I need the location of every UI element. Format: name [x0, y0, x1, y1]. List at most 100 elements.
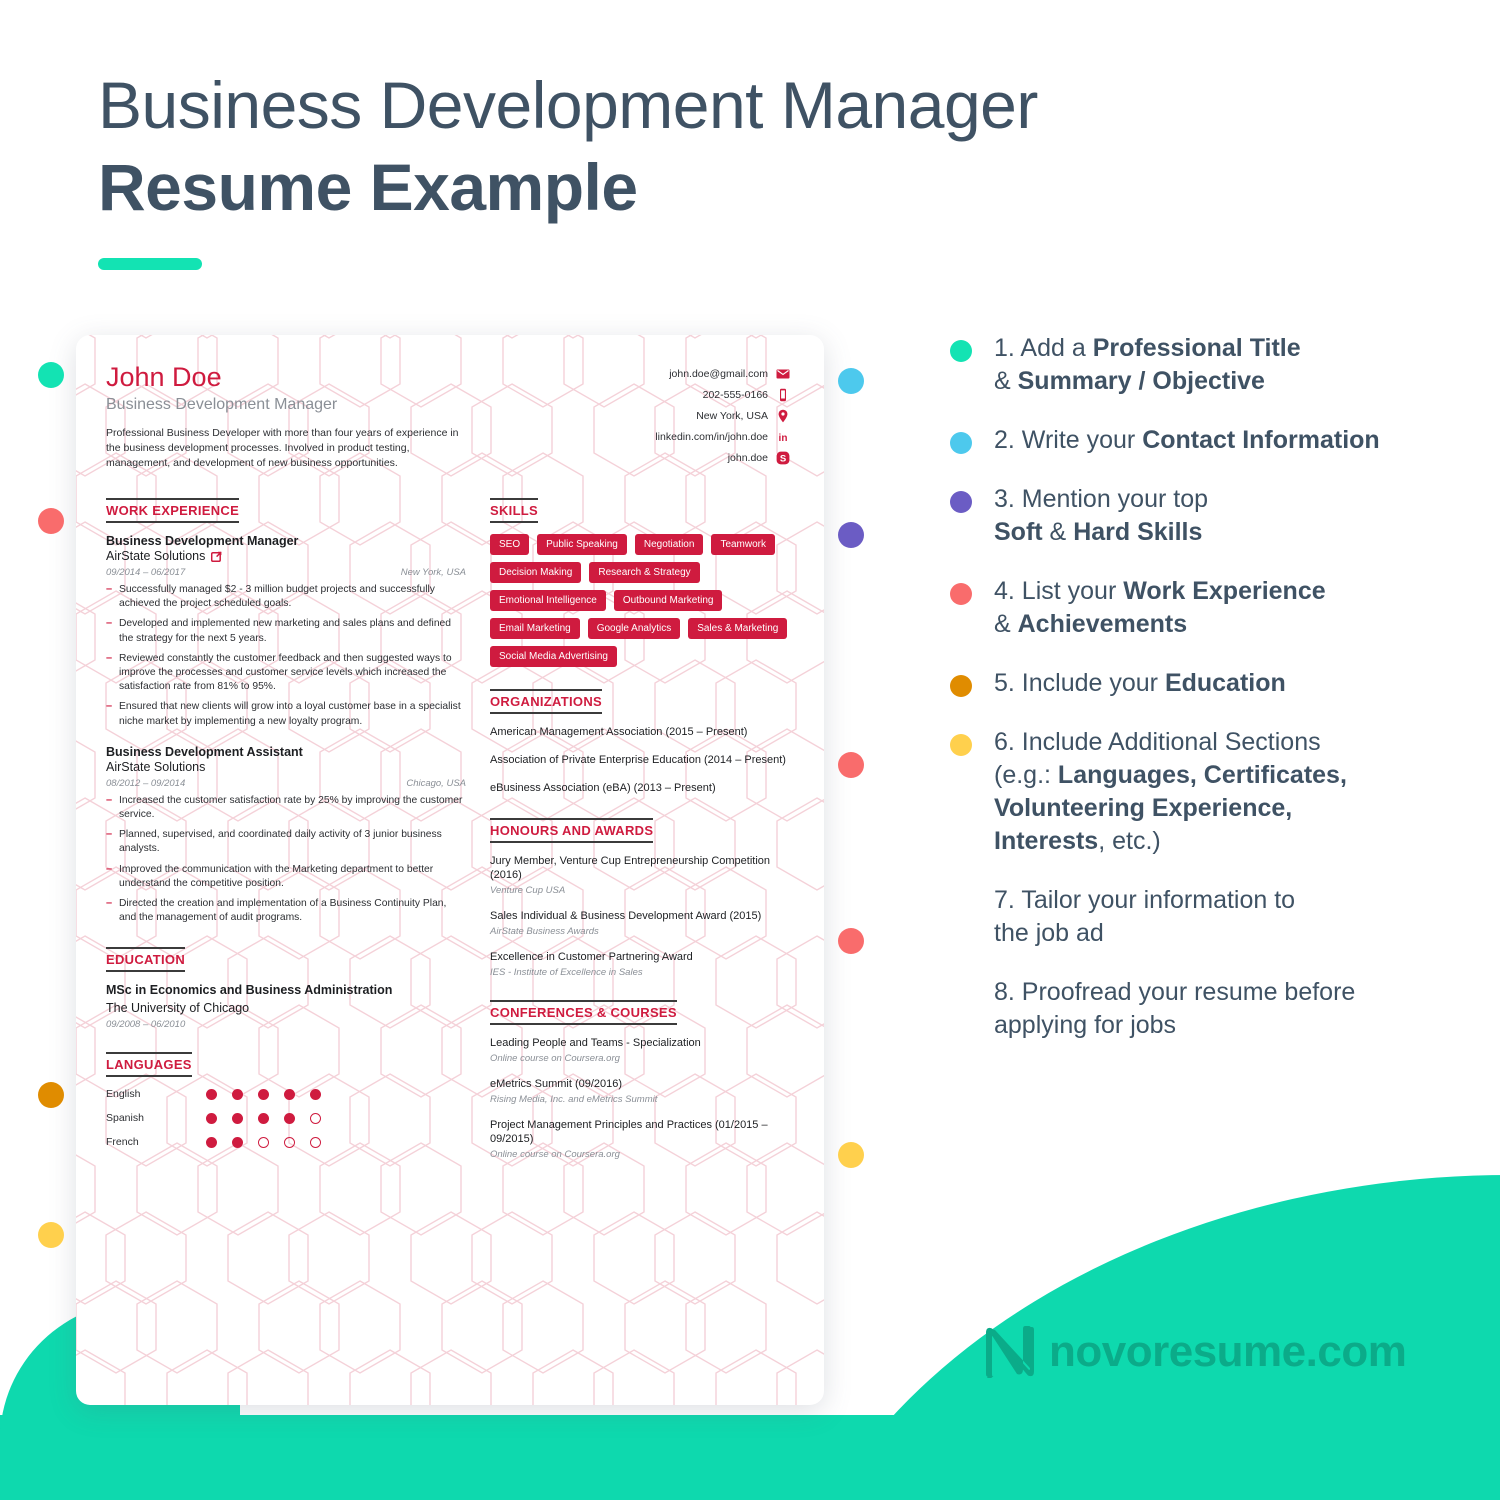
resume-card: John Doe Business Development Manager Pr… — [76, 335, 824, 1405]
skill-tag-list: SEO Public Speaking Negotiation Teamwork Dec… — [490, 534, 790, 667]
work-bullet: Successfully managed $2 - 3 million budg… — [106, 582, 466, 611]
language-row: English — [106, 1088, 466, 1100]
conference-entry: eMetrics Summit (09/2016) Rising Media, I… — [490, 1077, 790, 1105]
resume-tip-item: 7. Tailor your information to the job ad — [950, 884, 1460, 950]
job-company-name: AirState Solutions — [106, 759, 206, 774]
skill-tag: Public Speaking — [537, 534, 627, 555]
language-level-dot — [206, 1136, 217, 1148]
language-level-dot — [206, 1088, 217, 1100]
contact-value: New York, USA — [696, 410, 768, 422]
contact-row[interactable]: New York, USA — [655, 409, 790, 423]
work-bullet: Developed and implemented new marketing … — [106, 616, 466, 645]
novoresume-logo[interactable]: novoresume.com — [985, 1325, 1407, 1379]
skill-tag: Decision Making — [490, 562, 582, 583]
resume-tip-item: 2. Write your Contact Information — [950, 424, 1460, 457]
entry-title: Association of Private Enterprise Educat… — [490, 753, 786, 766]
language-row: Spanish — [106, 1112, 466, 1124]
contact-row[interactable]: john.doe@gmail.com — [655, 367, 790, 381]
entry-title: eMetrics Summit (09/2016) — [490, 1077, 623, 1090]
contact-information: john.doe@gmail.com 202-555-0166 New York, … — [655, 363, 790, 472]
decorative-dot — [838, 1142, 864, 1168]
job-meta: 08/2012 – 09/2014 Chicago, USA — [106, 778, 466, 789]
novoresume-mark-icon — [986, 1326, 1034, 1378]
resume-tip-item: 8. Proofread your resume before applying … — [950, 976, 1460, 1042]
tip-bullet-dot — [950, 583, 972, 605]
tip-bullet-dot — [950, 675, 972, 697]
decorative-dot — [838, 368, 864, 394]
job-location: New York, USA — [400, 567, 466, 578]
job-title: Business Development Assistant — [106, 744, 303, 759]
decorative-dot — [38, 362, 64, 388]
skill-tag: Email Marketing — [490, 618, 580, 639]
entry-subtitle: Online course on Coursera.org — [490, 1052, 620, 1064]
contact-row[interactable]: john.doe S — [655, 451, 790, 465]
job-dates: 09/2014 – 06/2017 — [106, 567, 186, 578]
resume-identity: John Doe Business Development Manager Pr… — [106, 362, 466, 472]
job-dates: 08/2012 – 09/2014 — [106, 777, 186, 789]
section-heading-label: CONFERENCES & COURSES — [490, 1004, 677, 1020]
contact-value: john.doe@gmail.com — [669, 368, 768, 380]
honour-entry: Sales Individual & Business Development … — [490, 909, 790, 937]
external-link-icon[interactable] — [211, 551, 222, 562]
section-heading-label: HONOURS AND AWARDS — [490, 822, 654, 838]
entry-subtitle: AirState Business Awards — [490, 926, 599, 938]
resume-tip-item: 4. List your Work Experience & Achievemen… — [950, 575, 1460, 641]
language-level — [206, 1112, 321, 1124]
skill-tag: Negotiation — [634, 534, 704, 555]
contact-row[interactable]: 202-555-0166 — [655, 388, 790, 402]
decorative-dot — [838, 522, 864, 548]
entry-title: Excellence in Customer Partnering Award — [490, 951, 693, 964]
language-level-dot — [310, 1112, 321, 1124]
tip-text: 7. Tailor your information to the job ad — [994, 886, 1296, 947]
entry-title: Sales Individual & Business Development … — [490, 910, 762, 923]
email-icon — [776, 367, 790, 381]
skill-tag: Emotional Intelligence — [490, 590, 606, 611]
section-skills: SKILLS SEO Public Speaking Negotiation Team… — [490, 498, 790, 667]
decorative-dot — [38, 1222, 64, 1248]
page-title: Business Development Manager Resume Exam… — [98, 72, 1038, 270]
page-title-line-2: Resume Example — [98, 150, 638, 224]
resume-header: John Doe Business Development Manager Pr… — [106, 362, 790, 472]
conferences-list: Leading People and Teams - Specializatio… — [490, 1036, 790, 1160]
section-heading: EDUCATION — [106, 947, 186, 973]
language-level — [206, 1136, 321, 1148]
work-bullet: Improved the communication with the Mark… — [106, 862, 466, 891]
skill-tag: Teamwork — [711, 534, 776, 555]
work-bullet: Ensured that new clients will grow into … — [106, 699, 466, 728]
language-level-dot — [232, 1112, 243, 1124]
job-location: Chicago, USA — [406, 777, 466, 789]
language-level-dot — [284, 1112, 295, 1124]
tip-bullet-dot — [950, 340, 972, 362]
entry-subtitle: Online course on Coursera.org — [490, 1149, 620, 1161]
organization-entry: American Management Association (2015 – … — [490, 725, 790, 740]
contact-row[interactable]: linkedin.com/in/john.doe in — [655, 430, 790, 444]
section-heading-label: WORK EXPERIENCE — [106, 503, 240, 518]
section-languages: LANGUAGES English Spanish French — [106, 1052, 466, 1148]
job-title: Business Development Manager — [106, 534, 299, 548]
language-level-dot — [206, 1112, 217, 1124]
language-level-dot — [232, 1088, 243, 1100]
language-name: English — [106, 1088, 141, 1101]
language-level-dot — [284, 1136, 295, 1148]
honour-entry: Excellence in Customer Partnering Award I… — [490, 950, 790, 978]
honour-entry: Jury Member, Venture Cup Entrepreneurshi… — [490, 854, 790, 897]
decorative-dot — [838, 928, 864, 954]
job-meta: 09/2014 – 06/2017 New York, USA — [106, 567, 466, 578]
section-education: EDUCATION MSc in Economics and Business … — [106, 947, 466, 1030]
tip-text: 1. Add a Professional Title & Summary / O… — [994, 334, 1301, 395]
resume-tip-item: 1. Add a Professional Title & Summary / O… — [950, 332, 1460, 398]
language-level — [206, 1088, 321, 1100]
work-bullet: Directed the creation and implementation… — [106, 896, 466, 925]
organizations-list: American Management Association (2015 – … — [490, 725, 790, 796]
section-heading-label: ORGANIZATIONS — [490, 694, 602, 709]
tip-bullet-dot — [950, 491, 972, 513]
honours-list: Jury Member, Venture Cup Entrepreneurshi… — [490, 854, 790, 978]
language-name: Spanish — [106, 1112, 144, 1125]
section-heading: ORGANIZATIONS — [490, 689, 602, 714]
section-heading-label: LANGUAGES — [106, 1057, 192, 1073]
language-level-dot — [258, 1112, 269, 1124]
tip-text: 5. Include your Education — [994, 669, 1286, 697]
entry-title: Leading People and Teams - Specializatio… — [490, 1036, 701, 1049]
entry-title: eBusiness Association (eBA) (2013 – Pres… — [490, 781, 716, 794]
candidate-summary: Professional Business Developer with mor… — [106, 426, 459, 470]
